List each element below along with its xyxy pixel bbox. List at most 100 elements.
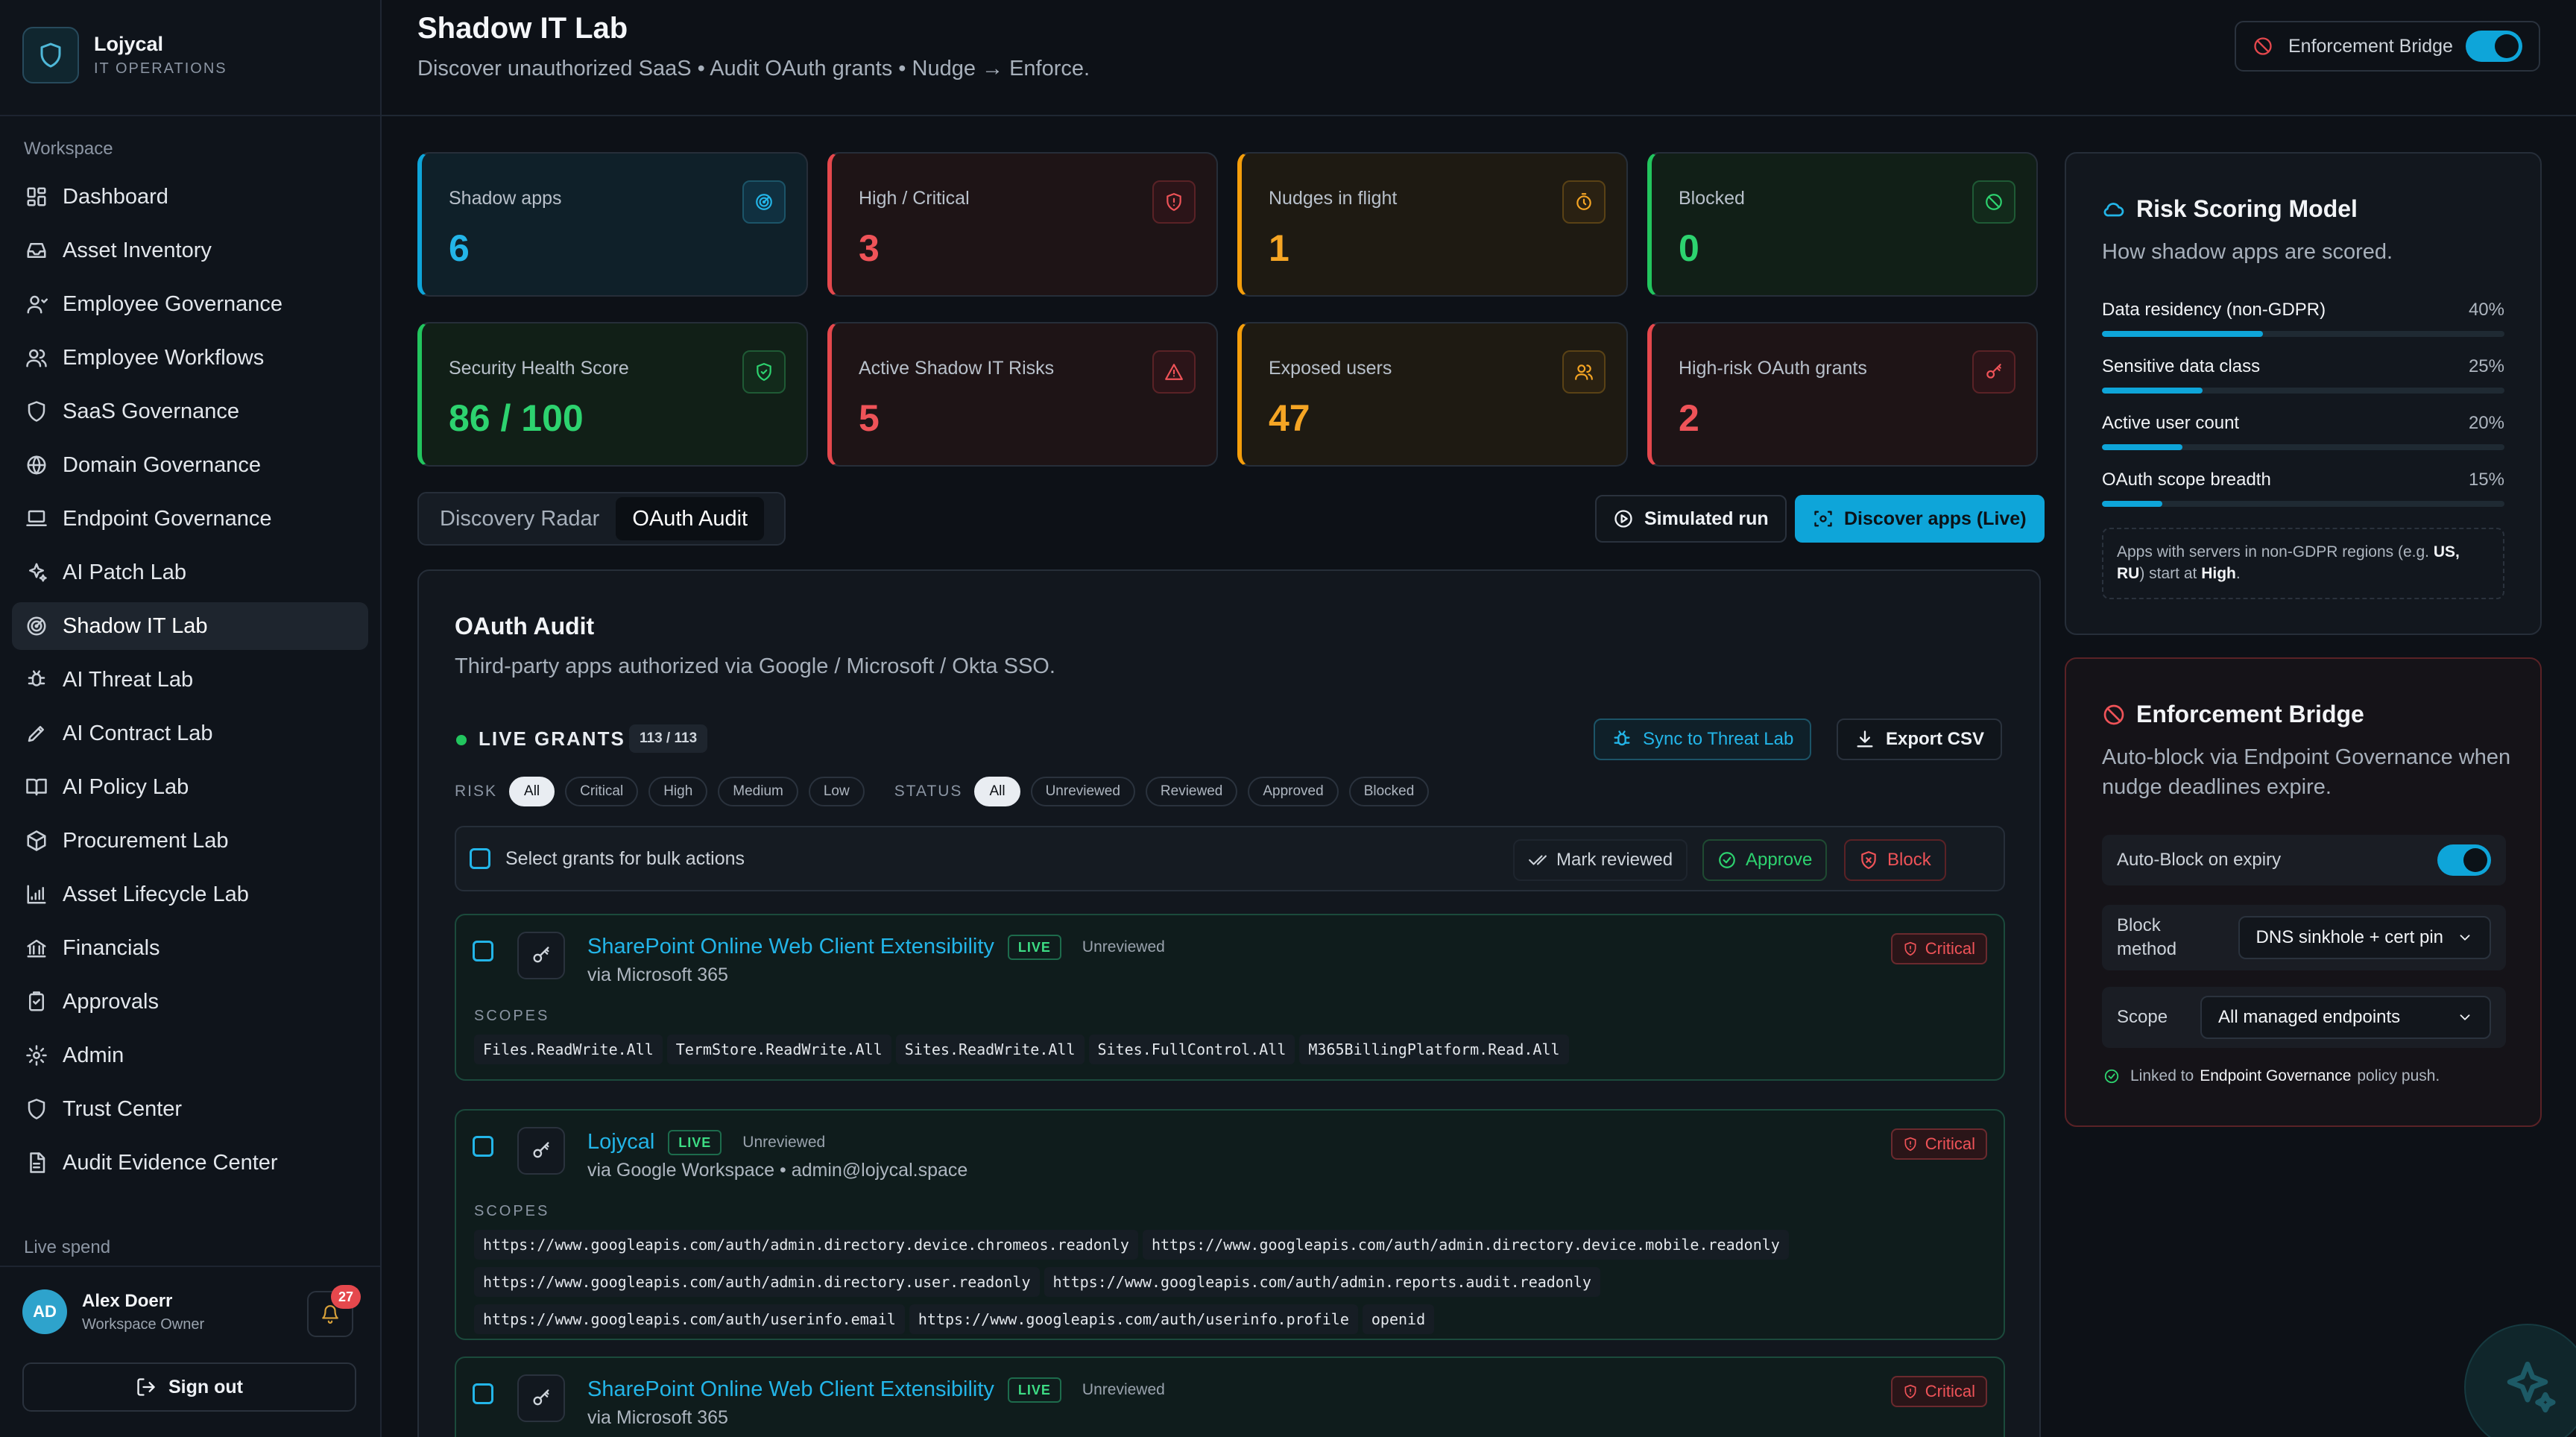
export-csv-button[interactable]: Export CSV (1837, 718, 2003, 760)
grant-checkbox[interactable] (473, 1383, 493, 1404)
ai-assistant-button[interactable] (2464, 1324, 2576, 1437)
sidebar-item-dashboard[interactable]: Dashboard (12, 173, 368, 221)
sidebar-item-label: Dashboard (63, 184, 168, 209)
check-circle-icon (1717, 850, 1737, 870)
note-text: Apps with servers in non-GDPR regions (e… (2117, 543, 2430, 560)
block-button[interactable]: Block (1844, 839, 1946, 881)
toggle-switch[interactable] (2466, 31, 2522, 62)
sidebar-item-ai-contract-lab[interactable]: AI Contract Lab (12, 710, 368, 757)
sidebar: Lojycal IT OPERATIONS Workspace Dashboar… (0, 0, 382, 1437)
bulk-select-checkbox[interactable] (470, 848, 490, 869)
factor-weight: 15% (2468, 470, 2504, 490)
sign-out-button[interactable]: Sign out (22, 1362, 356, 1412)
sidebar-item-endpoint-governance[interactable]: Endpoint Governance (12, 495, 368, 543)
status-filter-approved[interactable]: Approved (1248, 777, 1339, 806)
grant-name[interactable]: SharePoint Online Web Client Extensibili… (587, 1377, 994, 1401)
grant-checkbox[interactable] (473, 941, 493, 961)
stat-card[interactable]: Shadow apps 6 (417, 152, 808, 297)
sidebar-item-ai-threat-lab[interactable]: AI Threat Lab (12, 656, 368, 704)
scope-select[interactable]: All managed endpoints (2200, 996, 2491, 1039)
risk-factor: Active user count 20% (2102, 413, 2504, 450)
sidebar-item-employee-workflows[interactable]: Employee Workflows (12, 334, 368, 382)
scope-chip: openid (1362, 1304, 1435, 1334)
sidebar-item-asset-lifecycle-lab[interactable]: Asset Lifecycle Lab (12, 871, 368, 918)
stat-card[interactable]: High-risk OAuth grants 2 (1647, 322, 2038, 467)
stat-card[interactable]: Active Shadow IT Risks 5 (827, 322, 1218, 467)
stat-card[interactable]: Exposed users 47 (1237, 322, 1628, 467)
sidebar-item-asset-inventory[interactable]: Asset Inventory (12, 227, 368, 274)
scope-value: All managed endpoints (2218, 1007, 2401, 1027)
stat-card[interactable]: Security Health Score 86 / 100 (417, 322, 808, 467)
stat-label: High-risk OAuth grants (1679, 358, 1867, 379)
status-filter-unreviewed[interactable]: Unreviewed (1030, 777, 1135, 806)
scope-list: https://www.googleapis.com/auth/admin.di… (474, 1230, 1986, 1342)
enforcement-label: Enforcement Bridge (2288, 35, 2453, 57)
risk-filter-low[interactable]: Low (808, 777, 865, 806)
brand[interactable]: Lojycal IT OPERATIONS (22, 27, 227, 83)
page-header: Shadow IT Lab Discover unauthorized SaaS… (382, 0, 2576, 116)
grant-checkbox[interactable] (473, 1136, 493, 1157)
grant-name[interactable]: SharePoint Online Web Client Extensibili… (587, 935, 994, 958)
status-filter-all[interactable]: All (974, 777, 1020, 806)
sign-out-label: Sign out (168, 1376, 243, 1397)
stat-value: 2 (1679, 397, 1699, 439)
sidebar-item-label: Employee Workflows (63, 345, 265, 370)
note-level: High (2201, 565, 2236, 582)
bulk-actions-bar: Select grants for bulk actions Mark revi… (455, 826, 2005, 891)
sidebar-item-employee-governance[interactable]: Employee Governance (12, 280, 368, 328)
sidebar-item-ai-policy-lab[interactable]: AI Policy Lab (12, 763, 368, 811)
auto-block-toggle[interactable] (2437, 844, 2491, 876)
user-icon (25, 293, 48, 315)
live-indicator (456, 735, 467, 745)
discover-apps-button[interactable]: Discover apps (Live) (1795, 495, 2045, 543)
filter-bar: RISK All Critical High Medium Low STATUS All Unr… (455, 777, 1439, 806)
status-filter-reviewed[interactable]: Reviewed (1145, 777, 1238, 806)
sidebar-item-financials[interactable]: Financials (12, 924, 368, 972)
tab-discovery-radar[interactable]: Discovery Radar (423, 497, 616, 540)
user-profile[interactable]: AD Alex Doerr Workspace Owner (22, 1289, 204, 1334)
sidebar-item-trust-center[interactable]: Trust Center (12, 1085, 368, 1133)
tab-oauth-audit[interactable]: OAuth Audit (616, 497, 765, 540)
grant-name[interactable]: Lojycal (587, 1130, 654, 1154)
sidebar-item-label: Audit Evidence Center (63, 1150, 278, 1175)
approve-button[interactable]: Approve (1702, 839, 1828, 881)
sync-threat-lab-button[interactable]: Sync to Threat Lab (1594, 718, 1812, 760)
double-check-icon (1528, 850, 1547, 870)
users-icon (1562, 350, 1606, 394)
sidebar-item-ai-patch-lab[interactable]: AI Patch Lab (12, 549, 368, 596)
stat-card[interactable]: High / Critical 3 (827, 152, 1218, 297)
sidebar-item-shadow-it-lab[interactable]: Shadow IT Lab (12, 602, 368, 650)
simulated-run-button[interactable]: Simulated run (1595, 495, 1787, 543)
risk-filter-medium[interactable]: Medium (718, 777, 798, 806)
risk-badge-label: Critical (1925, 939, 1975, 958)
sidebar-item-admin[interactable]: Admin (12, 1032, 368, 1079)
stat-card[interactable]: Nudges in flight 1 (1237, 152, 1628, 297)
sidebar-item-procurement-lab[interactable]: Procurement Lab (12, 817, 368, 865)
scope-chip: https://www.googleapis.com/auth/admin.di… (474, 1230, 1138, 1260)
bridge-subtitle: Auto-block via Endpoint Governance when … (2102, 745, 2511, 799)
sidebar-item-saas-governance[interactable]: SaaS Governance (12, 388, 368, 435)
mark-reviewed-button[interactable]: Mark reviewed (1513, 839, 1688, 881)
sidebar-item-domain-governance[interactable]: Domain Governance (12, 441, 368, 489)
brand-name: Lojycal (94, 33, 164, 55)
user-role: Workspace Owner (82, 1316, 205, 1333)
enforcement-bridge-toggle[interactable]: Enforcement Bridge (2235, 21, 2540, 72)
grant-card: SharePoint Online Web Client Extensibili… (455, 914, 2005, 1081)
sidebar-item-approvals[interactable]: Approvals (12, 978, 368, 1026)
sidebar-item-label: Domain Governance (63, 452, 261, 477)
status-filter-blocked[interactable]: Blocked (1348, 777, 1430, 806)
logout-icon (136, 1377, 157, 1397)
view-tabs: Discovery Radar OAuth Audit (417, 492, 786, 546)
package-icon (25, 830, 48, 852)
risk-filter-high[interactable]: High (648, 777, 708, 806)
risk-filter-all[interactable]: All (509, 777, 555, 806)
block-method-select[interactable]: DNS sinkhole + cert pin (2238, 916, 2491, 959)
ban-icon (2102, 703, 2126, 727)
auto-block-row: Auto-Block on expiry (2102, 835, 2506, 885)
linked-target[interactable]: Endpoint Governance (2200, 1067, 2351, 1085)
sidebar-item-audit-evidence-center[interactable]: Audit Evidence Center (12, 1139, 368, 1187)
block-method-label: Block method (2117, 915, 2177, 959)
risk-badge: Critical (1890, 1376, 1987, 1407)
stat-card[interactable]: Blocked 0 (1647, 152, 2038, 297)
risk-filter-critical[interactable]: Critical (565, 777, 639, 806)
